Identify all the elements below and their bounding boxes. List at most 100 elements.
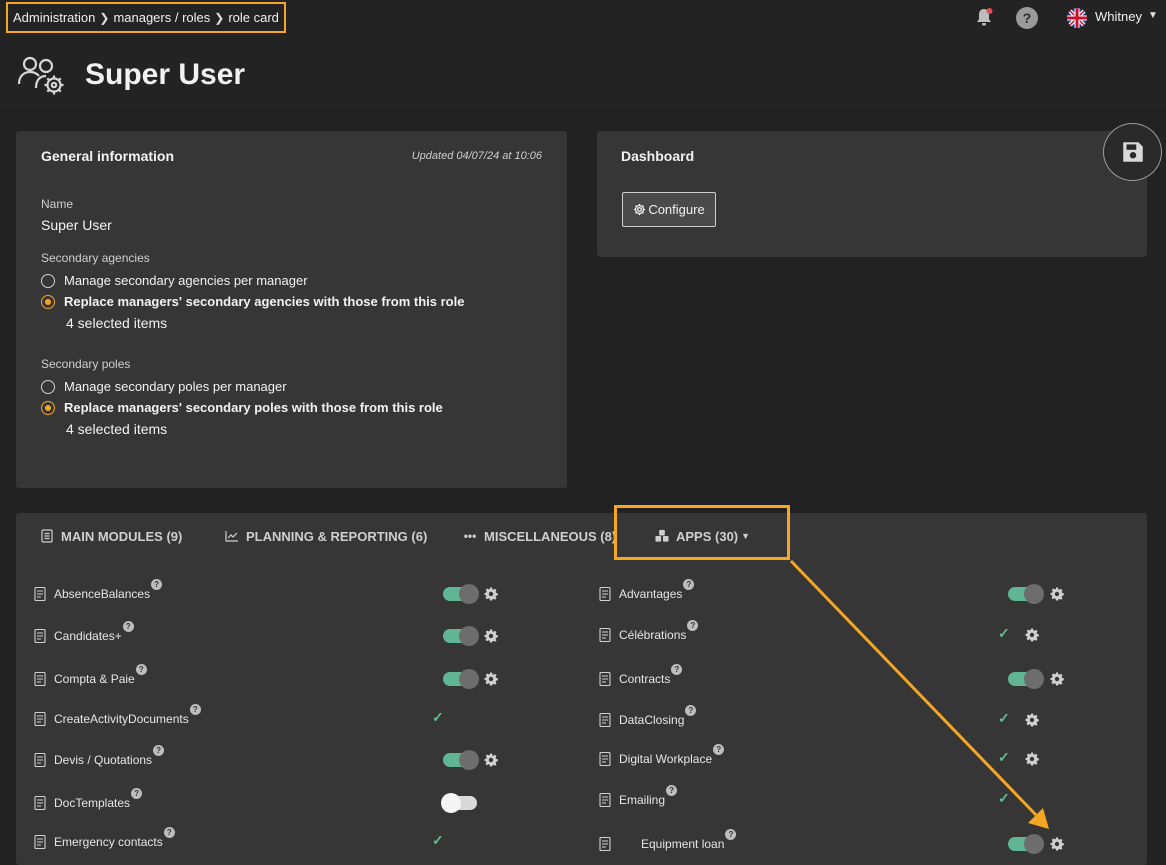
agencies-selected-count[interactable]: 4 selected items [66,315,167,331]
app-name-text: Compta & Paie [54,672,135,686]
toggle-on[interactable] [1008,669,1044,689]
app-row: Compta & Paie? [32,664,512,689]
help-tooltip-icon[interactable]: ? [671,664,683,675]
help-tooltip-icon[interactable]: ? [151,579,163,590]
toggle-on[interactable] [1008,834,1044,854]
help-icon[interactable]: ? [1016,7,1038,29]
app-row: AbsenceBalances? [32,579,512,604]
gear-icon[interactable] [484,672,498,686]
tab-label: MISCELLANEOUS (8) [484,528,617,544]
apps-tab-highlight [614,505,790,560]
tab-planning-reporting[interactable]: PLANNING & REPORTING (6) [225,528,427,544]
app-name: CreateActivityDocuments? [54,704,201,726]
secondary-poles-label: Secondary poles [41,357,131,371]
help-tooltip-icon[interactable]: ? [685,705,697,716]
help-tooltip-icon[interactable]: ? [687,620,699,631]
app-name: DataClosing? [619,705,697,727]
radio-agencies-per-manager[interactable]: Manage secondary agencies per manager [41,273,308,288]
radio-agencies-replace[interactable]: Replace managers' secondary agencies wit… [41,294,464,309]
users-settings-icon [16,54,66,96]
radio-poles-replace[interactable]: Replace managers' secondary poles with t… [41,400,443,415]
radio-button[interactable] [41,379,55,394]
dashboard-panel: Dashboard Configure [597,131,1147,257]
toggle-on[interactable] [443,626,479,646]
notification-bell-icon[interactable] [974,7,994,27]
configure-label: Configure [648,202,705,217]
app-name-text: AbsenceBalances [54,587,151,601]
app-name-text: Candidates+ [54,629,122,643]
app-row: Emergency contacts? ✓ [32,827,512,852]
list-document-icon [40,529,54,543]
dashboard-title: Dashboard [621,148,695,164]
general-information-panel: General information Updated 04/07/24 at … [16,131,567,488]
checkmark-icon: ✓ [432,709,444,725]
app-row: DocTemplates? [32,788,512,813]
help-tooltip-icon[interactable]: ? [153,745,165,756]
radio-button[interactable] [41,273,55,288]
quote-document-icon [32,752,48,768]
app-name: Contracts? [619,664,683,686]
app-name-text: Contracts [619,672,671,686]
app-row: CreateActivityDocuments? ✓ [32,704,512,729]
app-name-text: Equipment loan [641,837,725,851]
help-tooltip-icon[interactable]: ? [189,704,201,715]
gear-icon[interactable] [484,587,498,601]
gear-icon[interactable] [1025,628,1039,642]
help-tooltip-icon[interactable]: ? [713,744,725,755]
app-name: AbsenceBalances? [54,579,163,601]
toggle-off[interactable] [441,793,477,813]
radio-label: Replace managers' secondary agencies wit… [64,294,465,309]
email-icon [597,792,613,808]
floppy-disk-icon [1122,142,1143,162]
help-tooltip-icon[interactable]: ? [683,579,695,590]
tab-main-modules[interactable]: MAIN MODULES (9) [40,528,182,544]
party-icon [597,627,613,643]
help-tooltip-icon[interactable]: ? [163,827,175,838]
computer-icon [597,836,613,852]
toggle-on[interactable] [443,750,479,770]
poles-selected-count[interactable]: 4 selected items [66,421,167,437]
app-name: Equipment loan? [641,829,737,851]
gear-icon[interactable] [1050,672,1064,686]
toggle-on[interactable] [443,669,479,689]
radio-poles-per-manager[interactable]: Manage secondary poles per manager [41,379,287,394]
workplace-icon [597,751,613,767]
app-row: Candidates+? [32,621,512,646]
app-name: Compta & Paie? [54,664,147,686]
line-chart-icon [225,529,239,543]
help-tooltip-icon[interactable]: ? [725,829,737,840]
breadcrumb-administration[interactable]: Administration [13,10,95,25]
caret-down-icon[interactable]: ▼ [1148,10,1158,21]
lock-document-icon [597,712,613,728]
gear-icon[interactable] [1050,837,1064,851]
radio-button-selected[interactable] [41,294,55,309]
gear-icon[interactable] [1025,752,1039,766]
gear-icon[interactable] [484,629,498,643]
help-tooltip-icon[interactable]: ? [131,788,143,799]
gear-icon[interactable] [484,753,498,767]
radio-label: Replace managers' secondary poles with t… [64,400,443,415]
app-name: DocTemplates? [54,788,143,810]
app-name: Advantages? [619,579,695,601]
configure-button[interactable]: Configure [622,192,716,227]
breadcrumb-managers-roles[interactable]: managers / roles [113,10,210,25]
user-name[interactable]: Whitney [1095,9,1142,24]
secondary-agencies-label: Secondary agencies [41,251,150,265]
gear-icon[interactable] [1025,713,1039,727]
help-tooltip-icon[interactable]: ? [666,785,678,796]
app-row: Célébrations? ✓ [597,620,1077,645]
breadcrumb: Administration ❯ managers / roles ❯ role… [6,2,286,33]
toggle-on[interactable] [443,584,479,604]
help-tooltip-icon[interactable]: ? [122,621,134,632]
app-row: Advantages? [597,579,1077,604]
app-name-text: DocTemplates [54,796,131,810]
radio-button-selected[interactable] [41,400,55,415]
toggle-on[interactable] [1008,584,1044,604]
tab-miscellaneous[interactable]: ••• MISCELLANEOUS (8) [463,528,616,544]
save-button[interactable] [1103,123,1162,181]
gear-icon[interactable] [1050,587,1064,601]
documents-icon [32,711,48,727]
help-tooltip-icon[interactable]: ? [135,664,147,675]
app-row: Devis / Quotations? [32,745,512,770]
uk-flag-icon[interactable] [1067,8,1087,28]
